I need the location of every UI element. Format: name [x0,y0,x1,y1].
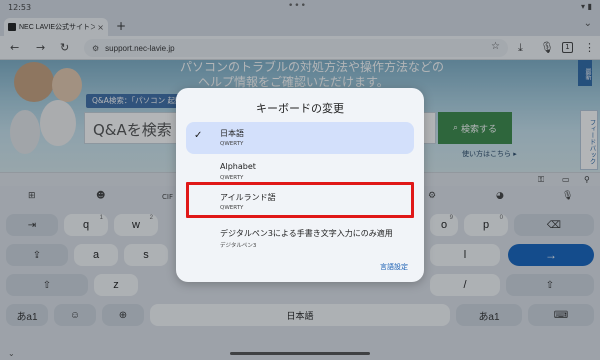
option-layout: デジタルペン3 [220,243,257,249]
keyboard-option-japanese[interactable]: ✓ 日本語 QWERTY [186,122,414,154]
check-icon: ✓ [194,130,203,141]
highlight-box [186,182,414,218]
language-settings-link[interactable]: 言語設定 [380,262,408,272]
option-name: 日本語 [220,129,244,138]
option-layout: QWERTY [220,141,244,147]
dialog-title: キーボードの変更 [256,102,344,115]
option-name: Alphabet [220,162,256,171]
option-layout: QWERTY [220,175,244,181]
option-name: デジタルペン3による手書き文字入力にのみ適用 [220,229,393,238]
keyboard-option-digital-pen[interactable]: デジタルペン3による手書き文字入力にのみ適用 デジタルペン3 [186,222,414,254]
